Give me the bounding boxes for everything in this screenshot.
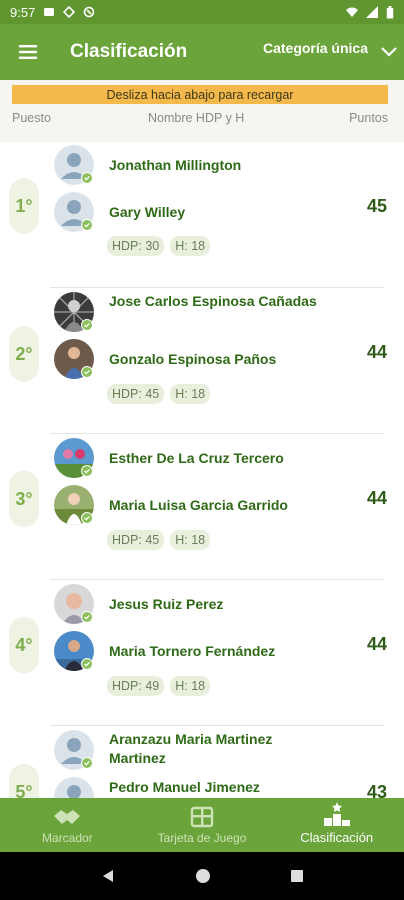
position-badge: 4° bbox=[9, 617, 39, 673]
h-chip: H: 18 bbox=[170, 236, 211, 256]
position-badge: 3° bbox=[9, 471, 39, 527]
handicap-chips: HDP: 45 H: 18 bbox=[107, 384, 211, 404]
notification-icon bbox=[44, 8, 55, 16]
recents-icon[interactable] bbox=[290, 869, 304, 883]
nav-label: Marcador bbox=[41, 831, 93, 845]
points-value: 45 bbox=[366, 196, 387, 216]
verified-check-icon bbox=[81, 512, 93, 524]
handicap-chips: HDP: 30 H: 18 bbox=[107, 236, 211, 256]
verified-check-icon bbox=[81, 757, 93, 769]
player-name: Jonathan Millington bbox=[109, 157, 242, 173]
leaderboard-row[interactable]: 1° Jonathan Millington Gary Willey HDP: … bbox=[0, 142, 404, 288]
nav-label: Tarjeta de Juego bbox=[157, 831, 247, 845]
leaderboard-row[interactable]: 2° Jose Carlos Espinosa Cañadas Gonzalo … bbox=[0, 288, 404, 434]
podium-icon bbox=[323, 802, 350, 826]
player-name: Gary Willey bbox=[109, 204, 186, 220]
hamburger-menu-icon bbox=[19, 45, 37, 59]
back-icon[interactable] bbox=[100, 868, 116, 884]
h-chip: H: 18 bbox=[170, 384, 211, 404]
wifi-icon bbox=[346, 7, 358, 17]
scorecard-icon bbox=[190, 806, 214, 828]
h-chip: H: 18 bbox=[170, 676, 211, 696]
player-name: Jesus Ruiz Perez bbox=[109, 596, 224, 612]
points-value: 44 bbox=[366, 634, 387, 654]
player-name: Aranzazu Maria Martinez Martinez bbox=[109, 731, 273, 766]
verified-check-icon bbox=[81, 319, 93, 331]
status-time: 9:57 bbox=[10, 4, 36, 20]
points-value: 44 bbox=[366, 342, 387, 362]
nav-clasificacion[interactable]: Clasificación bbox=[269, 798, 404, 852]
category-selector[interactable]: Categoría única bbox=[263, 24, 404, 80]
avatar-placeholder bbox=[54, 777, 94, 798]
verified-check-icon bbox=[81, 172, 93, 184]
leaderboard-list[interactable]: 1° Jonathan Millington Gary Willey HDP: … bbox=[0, 142, 404, 798]
system-navigation-bar bbox=[0, 852, 404, 900]
hdp-chip: HDP: 45 bbox=[107, 530, 165, 550]
gps-icon bbox=[63, 6, 76, 18]
category-label: Categoría única bbox=[262, 40, 368, 56]
leaderboard-row[interactable]: 4° Jesus Ruiz Perez Maria Tornero Fernán… bbox=[0, 580, 404, 726]
verified-check-icon bbox=[81, 611, 93, 623]
verified-check-icon bbox=[81, 219, 93, 231]
hdp-chip: HDP: 49 bbox=[107, 676, 165, 696]
header-puesto: Puesto bbox=[12, 111, 51, 125]
handshake-icon bbox=[54, 810, 81, 824]
chevron-down-icon bbox=[381, 47, 397, 57]
nav-tarjeta-de-juego[interactable]: Tarjeta de Juego bbox=[135, 798, 270, 852]
header-nombre: Nombre HDP y H bbox=[148, 111, 245, 125]
player-name: Jose Carlos Espinosa Cañadas bbox=[109, 293, 317, 309]
verified-check-icon bbox=[81, 658, 93, 670]
menu-button[interactable] bbox=[0, 24, 56, 80]
handicap-chips: HDP: 49 H: 18 bbox=[107, 676, 211, 696]
nav-marcador[interactable]: Marcador bbox=[0, 798, 135, 852]
position-badge: 5° bbox=[9, 764, 39, 798]
column-headers: Puesto Nombre HDP y H Puntos bbox=[0, 108, 404, 130]
position-badge: 2° bbox=[9, 326, 39, 382]
hdp-chip: HDP: 45 bbox=[107, 384, 165, 404]
app-bar: Clasificación Categoría única bbox=[0, 24, 404, 80]
signal-icon bbox=[366, 6, 378, 18]
player-name: Pedro Manuel Jimenez bbox=[109, 779, 260, 795]
header-puntos: Puntos bbox=[349, 111, 388, 125]
h-chip: H: 18 bbox=[170, 530, 211, 550]
player-name: Maria Luisa Garcia Garrido bbox=[109, 497, 288, 513]
player-name: Maria Tornero Fernández bbox=[109, 643, 276, 659]
battery-icon bbox=[386, 5, 394, 19]
status-bar: 9:57 bbox=[0, 0, 404, 24]
bottom-navigation: Marcador Tarjeta de Juego Clasificación bbox=[0, 798, 404, 852]
player-name: Gonzalo Espinosa Paños bbox=[109, 351, 277, 367]
position-badge: 1° bbox=[9, 178, 39, 234]
home-icon[interactable] bbox=[195, 868, 211, 884]
leaderboard-row[interactable]: 5° Aranzazu Maria Martinez Martinez Pedr… bbox=[0, 726, 404, 798]
handicap-chips: HDP: 45 H: 18 bbox=[107, 530, 211, 550]
leaderboard-row[interactable]: 3° Esther De La Cruz Tercero Maria Luisa… bbox=[0, 434, 404, 580]
page-title: Clasificación bbox=[70, 41, 188, 62]
points-value: 44 bbox=[366, 488, 387, 508]
hdp-chip: HDP: 30 bbox=[107, 236, 165, 256]
verified-check-icon bbox=[81, 465, 93, 477]
person-icon bbox=[54, 777, 94, 798]
points-value: 43 bbox=[366, 782, 387, 798]
sync-icon bbox=[84, 6, 95, 18]
verified-check-icon bbox=[81, 366, 93, 378]
player-name: Esther De La Cruz Tercero bbox=[109, 450, 284, 466]
pull-to-refresh-banner: Desliza hacia abajo para recargar bbox=[12, 85, 388, 104]
nav-label: Clasificación bbox=[300, 830, 374, 845]
